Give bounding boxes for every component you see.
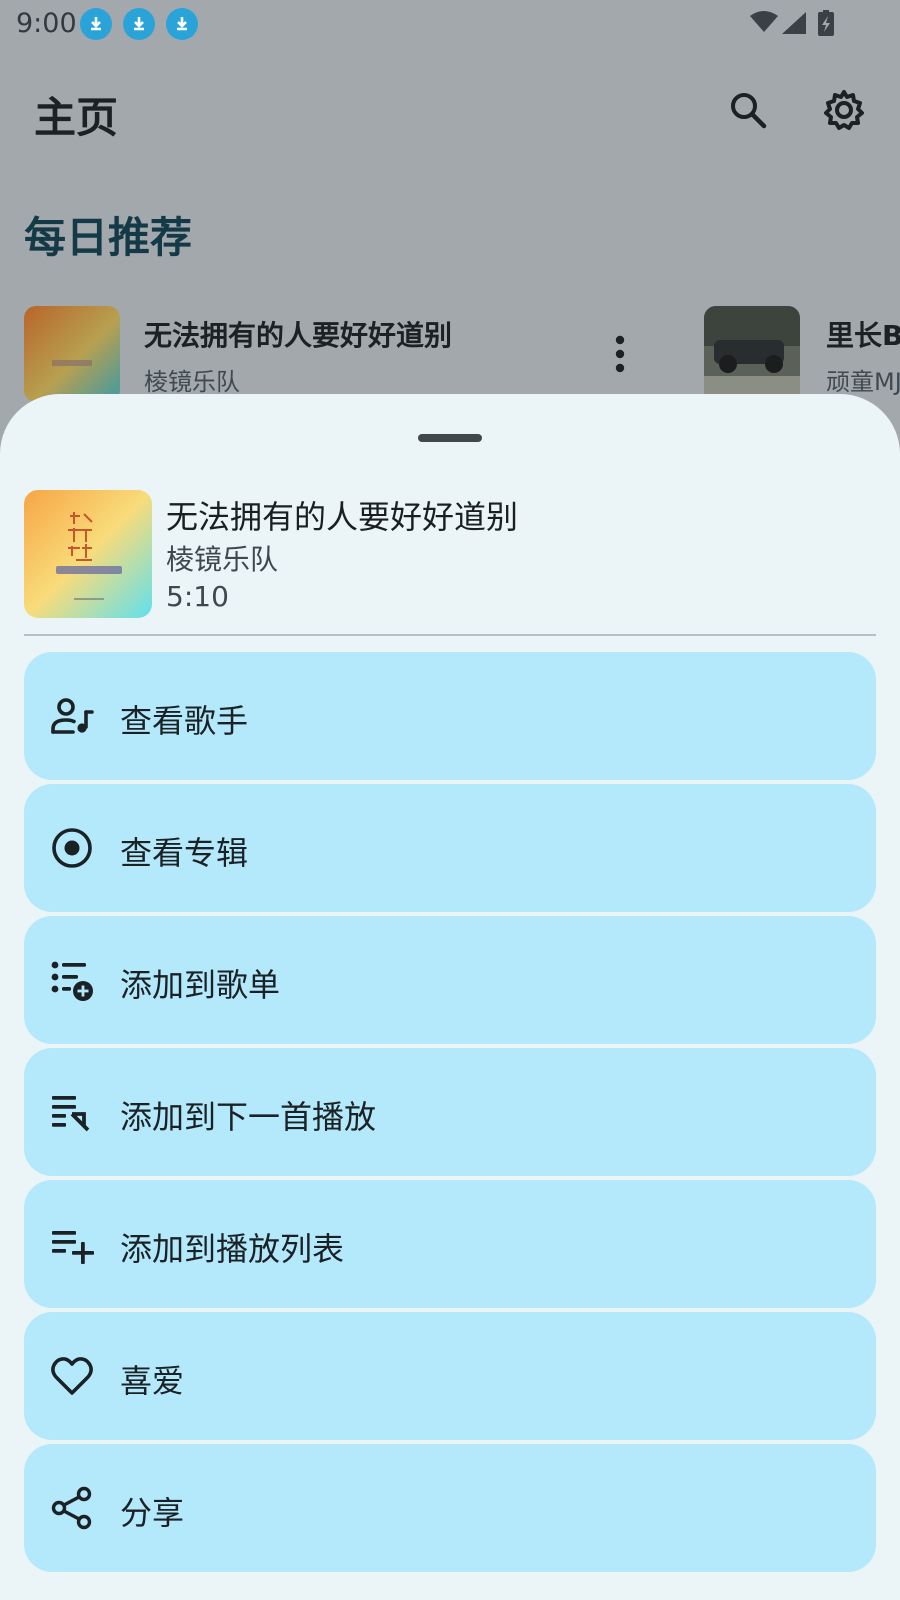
recommend-item[interactable]: 无法拥有的人要好好道别 棱镜乐队 xyxy=(24,306,644,402)
action-label: 添加到歌单 xyxy=(120,966,281,1004)
album-cover xyxy=(704,306,800,396)
page-title: 主页 xyxy=(34,93,119,142)
favorite-button[interactable]: 喜爱 xyxy=(24,1312,876,1440)
play-next-icon xyxy=(52,1096,90,1132)
download-icon xyxy=(123,8,155,40)
artist-music-icon xyxy=(51,698,94,734)
action-label: 分享 xyxy=(120,1494,185,1532)
playlist-add-icon xyxy=(51,961,93,1001)
download-icon xyxy=(166,8,198,40)
action-label: 添加到下一首播放 xyxy=(120,1098,377,1136)
search-icon xyxy=(731,93,767,129)
add-to-playlist-button[interactable]: 添加到歌单 xyxy=(24,916,876,1044)
drag-handle[interactable] xyxy=(418,434,482,442)
action-label: 查看专辑 xyxy=(120,834,249,872)
song-artist: 棱镜乐队 xyxy=(166,543,279,576)
action-label: 喜爱 xyxy=(120,1362,185,1400)
action-label: 添加到播放列表 xyxy=(120,1230,345,1268)
song-duration: 5:10 xyxy=(166,580,229,613)
item-artist: 顽童MJ xyxy=(826,368,900,396)
settings-button[interactable] xyxy=(820,86,868,134)
share-button[interactable]: 分享 xyxy=(24,1444,876,1572)
bottom-sheet: 无法拥有的人要好好道别 棱镜乐队 5:10 查看歌手 查看专辑 添加到歌单 添加… xyxy=(0,394,900,1600)
wifi-icon xyxy=(750,11,778,32)
album-icon xyxy=(52,828,92,868)
recommend-item[interactable]: 里长B 顽童MJ xyxy=(704,306,900,396)
album-cover xyxy=(24,306,120,402)
item-artist: 棱镜乐队 xyxy=(144,368,240,396)
gear-icon xyxy=(824,90,864,130)
battery-charging-icon xyxy=(818,10,834,36)
song-cover xyxy=(24,490,152,618)
play-next-button[interactable]: 添加到下一首播放 xyxy=(24,1048,876,1176)
item-title: 无法拥有的人要好好道别 xyxy=(144,319,453,352)
more-options-button[interactable] xyxy=(600,330,640,378)
status-indicators xyxy=(750,10,850,40)
view-album-button[interactable]: 查看专辑 xyxy=(24,784,876,912)
queue-add-icon xyxy=(52,1231,94,1264)
divider xyxy=(24,634,876,636)
heart-icon xyxy=(51,1357,93,1395)
action-label: 查看歌手 xyxy=(120,702,249,740)
signal-icon xyxy=(782,12,806,34)
status-time: 9:00 xyxy=(16,8,77,39)
section-title: 每日推荐 xyxy=(24,213,193,262)
add-to-queue-button[interactable]: 添加到播放列表 xyxy=(24,1180,876,1308)
item-title: 里长B xyxy=(826,319,900,352)
download-icon xyxy=(80,8,112,40)
share-icon xyxy=(51,1486,92,1530)
song-title: 无法拥有的人要好好道别 xyxy=(166,498,519,536)
search-button[interactable] xyxy=(724,86,772,134)
more-vert-icon xyxy=(615,335,625,373)
view-artist-button[interactable]: 查看歌手 xyxy=(24,652,876,780)
status-bar: 9:00 xyxy=(0,0,900,48)
action-list: 查看歌手 查看专辑 添加到歌单 添加到下一首播放 添加到播放列表 喜爱 分享 xyxy=(24,652,876,1576)
